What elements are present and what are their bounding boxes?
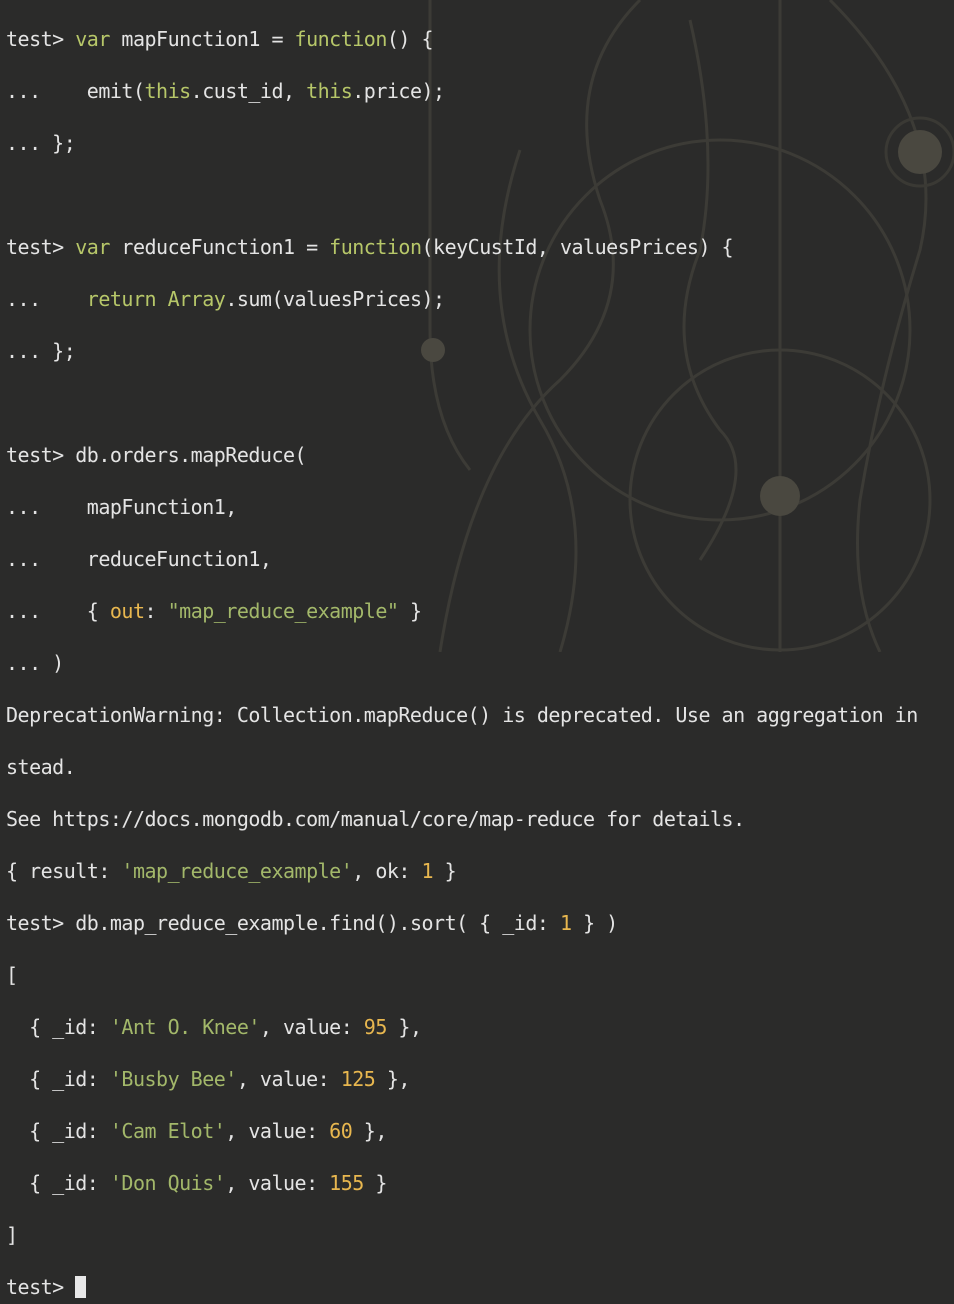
result-row: { _id: 'Ant O. Knee', value: 95 }, — [6, 1015, 422, 1039]
terminal-line: ... ) — [6, 651, 64, 675]
result-row: { _id: 'Busby Bee', value: 125 }, — [6, 1067, 410, 1091]
deprecation-warning: DeprecationWarning: Collection.mapReduce… — [6, 703, 918, 727]
terminal-line: test> var reduceFunction1 = function(key… — [6, 235, 734, 259]
text-cursor — [75, 1276, 87, 1298]
terminal-line: test> var mapFunction1 = function() { — [6, 27, 434, 51]
terminal-line: ] — [6, 1223, 18, 1247]
terminal-line: ... { out: "map_reduce_example" } — [6, 599, 422, 623]
terminal-line: [ — [6, 963, 18, 987]
terminal-line: test> db.orders.mapReduce( — [6, 443, 307, 467]
current-prompt[interactable]: test> — [6, 1274, 918, 1300]
deprecation-link: See https://docs.mongodb.com/manual/core… — [6, 807, 745, 831]
terminal-line: ... }; — [6, 339, 76, 363]
terminal-line: ... emit(this.cust_id, this.price); — [6, 79, 445, 103]
terminal-line: ... reduceFunction1, — [6, 547, 272, 571]
terminal-line: ... mapFunction1, — [6, 495, 237, 519]
result-line: { result: 'map_reduce_example', ok: 1 } — [6, 859, 457, 883]
terminal-output[interactable]: test> var mapFunction1 = function() { ..… — [6, 0, 918, 1304]
deprecation-warning: stead. — [6, 755, 76, 779]
terminal-line: ... return Array.sum(valuesPrices); — [6, 287, 445, 311]
result-row: { _id: 'Don Quis', value: 155 } — [6, 1171, 387, 1195]
terminal-line: test> db.map_reduce_example.find().sort(… — [6, 911, 618, 935]
terminal-line: ... }; — [6, 131, 76, 155]
result-row: { _id: 'Cam Elot', value: 60 }, — [6, 1119, 387, 1143]
